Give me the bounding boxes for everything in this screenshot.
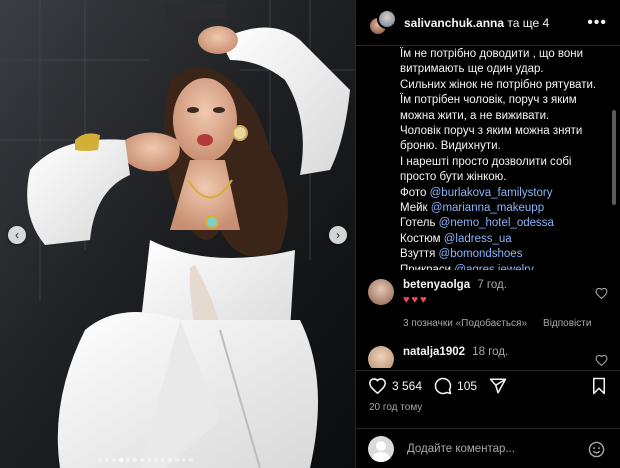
post-photo[interactable]: ‹ › <box>0 0 355 468</box>
post-header: salivanchuk.anna та ще 4 ••• <box>356 0 620 46</box>
mention-link[interactable]: @burlakova_familystory <box>430 187 553 199</box>
comment-username-link[interactable]: natalja1902 <box>403 346 465 358</box>
heart-icon <box>368 378 387 394</box>
avatar[interactable] <box>377 8 397 29</box>
credit-label: Готель <box>400 217 436 230</box>
likes-count: 3 564 <box>392 378 423 393</box>
caption-line: витримають ще один удар. <box>400 63 544 76</box>
carousel-dot <box>119 458 123 462</box>
like-button[interactable]: 3 564 <box>368 377 422 394</box>
mention-link[interactable]: @bomondshoes <box>439 248 523 260</box>
emoji-icon[interactable] <box>588 441 605 461</box>
carousel-dot <box>98 458 102 462</box>
mention-link[interactable]: @marianna_makeupp <box>431 202 544 214</box>
comment: natalja1902 18 год. <box>368 346 608 368</box>
carousel-dot <box>112 458 116 462</box>
caption-line: просто бути жінкою. <box>400 171 507 184</box>
like-comment-icon[interactable] <box>595 287 608 302</box>
carousel-dot <box>147 458 151 462</box>
comment-text: ♥♥♥ <box>403 294 429 306</box>
like-comment-icon[interactable] <box>595 354 608 368</box>
avatar[interactable] <box>368 346 394 368</box>
more-options-icon[interactable]: ••• <box>587 14 607 32</box>
post-side-panel: salivanchuk.anna та ще 4 ••• Їм не потрі… <box>355 0 620 468</box>
carousel-dot <box>175 458 179 462</box>
next-slide-button[interactable]: › <box>329 226 347 244</box>
comment-time: 7 год. <box>477 279 507 291</box>
send-icon <box>489 378 507 393</box>
carousel-dot <box>168 458 172 462</box>
author-username-link[interactable]: salivanchuk.anna <box>404 16 504 30</box>
post-viewer: ‹ › salivanchuk.anna та ще 4 ••• Їм не п… <box>0 0 620 468</box>
mention-link[interactable]: @ladress_ua <box>444 233 512 245</box>
caption-credit-line: Взуття @bomondshoes <box>400 247 607 262</box>
photo-illustration <box>0 0 355 468</box>
post-actions: 3 564 105 <box>356 370 620 400</box>
comment: betenyaolga 7 год. ♥♥♥ 3 позначки «Подоб… <box>368 279 608 329</box>
caption-credit-line: Прикраси @agres.jewelry <box>400 263 607 270</box>
caption-credit-line: Готель @nemo_hotel_odessa <box>400 216 607 231</box>
bookmark-icon <box>593 377 605 395</box>
mention-link[interactable]: @nemo_hotel_odessa <box>439 217 554 229</box>
credit-label: Взуття <box>400 248 436 261</box>
credit-label: Фото <box>400 186 427 199</box>
comment-username-link[interactable]: betenyaolga <box>403 279 470 291</box>
caption-line: І нарешті просто дозволити собі <box>400 155 572 168</box>
previous-slide-button[interactable]: ‹ <box>8 226 26 244</box>
carousel-dot <box>182 458 186 462</box>
caption-line: можна жити, а не виживати. <box>400 109 550 122</box>
reply-button[interactable]: Відповісти <box>543 318 591 329</box>
credit-label: Прикраси <box>400 263 452 270</box>
mention-link[interactable]: @agres.jewelry <box>454 264 533 270</box>
caption-line: Чоловік поруч з яким можна зняти <box>400 125 583 138</box>
credit-label: Костюм <box>400 232 441 245</box>
comment-input[interactable] <box>407 442 577 455</box>
comment-likes-link[interactable]: 3 позначки «Подобається» <box>403 318 527 329</box>
comments-count: 105 <box>457 378 478 393</box>
carousel-dots <box>98 458 193 462</box>
carousel-dot <box>189 458 193 462</box>
post-caption: Їм не потрібно доводити , що вони витрима… <box>356 47 620 270</box>
caption-line: Їм не потрібно доводити , що вони <box>400 48 584 60</box>
scrollbar[interactable] <box>612 110 616 205</box>
carousel-dot <box>154 458 158 462</box>
post-timestamp[interactable]: 20 год тому <box>369 402 422 413</box>
comment-button[interactable]: 105 <box>434 377 477 395</box>
collab-avatars[interactable] <box>368 8 397 37</box>
carousel-dot <box>140 458 144 462</box>
carousel-dot <box>161 458 165 462</box>
header-authors: salivanchuk.anna та ще 4 <box>404 16 549 30</box>
avatar <box>368 435 394 462</box>
credit-label: Мейк <box>400 202 428 215</box>
carousel-dot <box>105 458 109 462</box>
add-comment-bar <box>356 428 620 468</box>
caption-credit-line: Костюм @ladress_ua <box>400 232 607 247</box>
caption-line: броню. Видихнути. <box>400 140 501 153</box>
share-button[interactable] <box>489 377 512 395</box>
comment-icon <box>434 377 452 394</box>
avatar[interactable] <box>368 279 394 305</box>
comment-time: 18 год. <box>472 346 509 358</box>
save-button[interactable] <box>591 377 607 398</box>
caption-credit-line: Мейк @marianna_makeupp <box>400 201 607 216</box>
caption-credit-line: Фото @burlakova_familystory <box>400 186 607 201</box>
carousel-dot <box>133 458 137 462</box>
carousel-dot <box>126 458 130 462</box>
caption-line: Сильних жінок не потрібно рятувати. <box>400 78 597 91</box>
caption-line: Їм потрібен чоловік, поруч з яким <box>400 94 577 107</box>
collaborators-link[interactable]: та ще 4 <box>507 16 549 30</box>
